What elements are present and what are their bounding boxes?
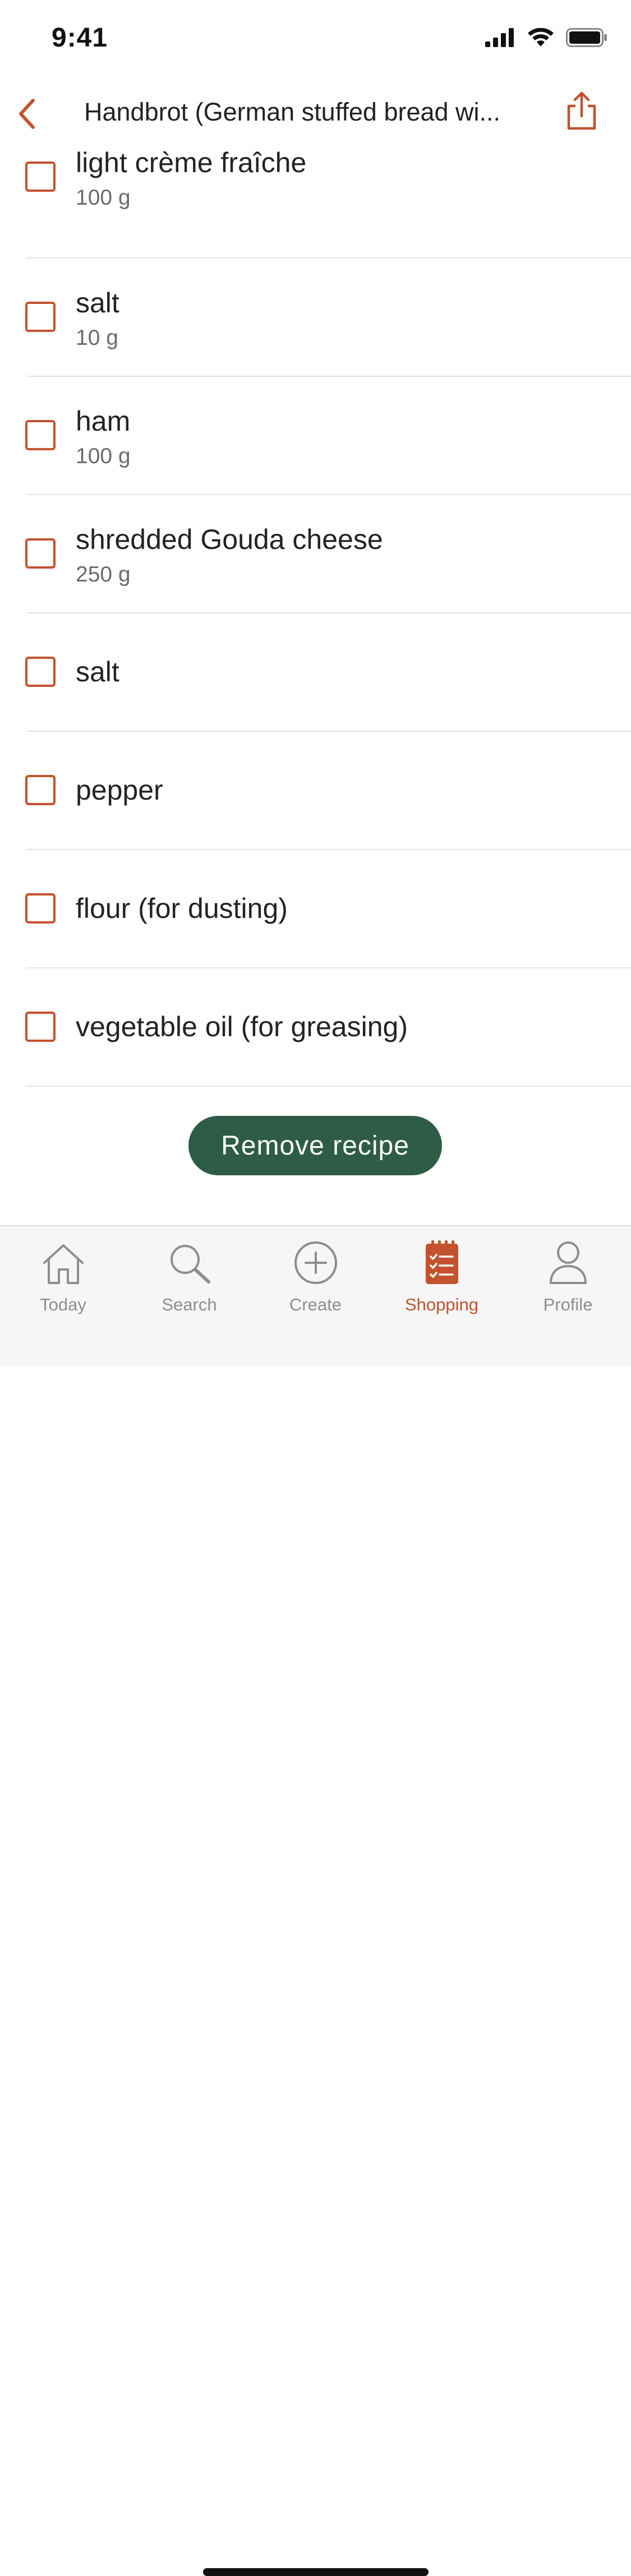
ingredient-checkbox[interactable] bbox=[25, 538, 56, 569]
back-button[interactable] bbox=[7, 95, 46, 135]
ingredient-name: flour (for dusting) bbox=[76, 893, 288, 924]
tab-create[interactable]: Create bbox=[252, 1238, 379, 1322]
status-time: 9:41 bbox=[52, 23, 108, 53]
ingredient-row[interactable]: ham 100 g bbox=[0, 377, 631, 495]
ingredient-row[interactable]: shredded Gouda cheese 250 g bbox=[0, 495, 631, 613]
remove-recipe-button[interactable]: Remove recipe bbox=[188, 1116, 442, 1175]
ingredient-quantity: 250 g bbox=[76, 562, 131, 587]
ingredient-row[interactable]: pepper bbox=[0, 732, 631, 850]
divider bbox=[26, 1086, 631, 1087]
page-title: Handbrot (German stuffed bread wi... bbox=[84, 98, 501, 126]
ingredient-checkbox[interactable] bbox=[25, 1012, 56, 1042]
ingredient-name: pepper bbox=[76, 774, 163, 806]
tab-label: Today bbox=[40, 1295, 86, 1314]
ingredient-name: ham bbox=[76, 405, 131, 437]
ingredient-checkbox[interactable] bbox=[25, 893, 56, 924]
status-bar: 9:41 bbox=[0, 0, 631, 79]
tab-label: Profile bbox=[543, 1295, 593, 1314]
ingredient-checkbox[interactable] bbox=[25, 302, 56, 332]
ingredient-name: vegetable oil (for greasing) bbox=[76, 1011, 408, 1042]
ingredient-name: salt bbox=[76, 287, 119, 318]
tab-label: Search bbox=[162, 1295, 217, 1314]
shopping-list-icon bbox=[425, 1239, 459, 1288]
cellular-signal-icon bbox=[485, 28, 515, 50]
home-icon bbox=[41, 1243, 86, 1288]
share-icon bbox=[564, 91, 599, 133]
tab-profile[interactable]: Profile bbox=[505, 1238, 631, 1322]
profile-icon bbox=[549, 1240, 588, 1288]
search-icon bbox=[167, 1243, 212, 1288]
ingredient-checkbox[interactable] bbox=[25, 775, 56, 805]
tab-bar: Today Search Create Shopping Profile bbox=[0, 1225, 631, 2576]
tab-search[interactable]: Search bbox=[126, 1238, 252, 1322]
ingredient-row[interactable]: vegetable oil (for greasing) bbox=[0, 968, 631, 1087]
battery-icon bbox=[566, 28, 607, 50]
ingredient-row[interactable]: light crème fraîche 100 g bbox=[0, 140, 631, 258]
tab-label: Shopping bbox=[404, 1295, 478, 1314]
plus-circle-icon bbox=[293, 1240, 338, 1288]
home-indicator bbox=[203, 2568, 429, 2576]
ingredient-quantity: 10 g bbox=[76, 326, 118, 350]
chevron-left-icon bbox=[15, 97, 38, 133]
tab-today[interactable]: Today bbox=[0, 1238, 126, 1322]
ingredient-name: shredded Gouda cheese bbox=[76, 524, 383, 555]
tab-shopping[interactable]: Shopping bbox=[379, 1238, 505, 1322]
wifi-icon bbox=[528, 27, 554, 50]
ingredient-checkbox[interactable] bbox=[25, 420, 56, 450]
ingredient-name: light crème fraîche bbox=[76, 147, 307, 178]
share-button[interactable] bbox=[559, 90, 604, 135]
ingredient-quantity: 100 g bbox=[76, 186, 131, 210]
tab-label: Create bbox=[289, 1295, 342, 1314]
ingredient-row[interactable]: salt bbox=[0, 613, 631, 732]
ingredient-quantity: 100 g bbox=[76, 444, 131, 468]
ingredient-row[interactable]: flour (for dusting) bbox=[0, 850, 631, 968]
ingredient-list: light crème fraîche 100 g salt 10 g ham … bbox=[0, 140, 631, 1087]
ingredient-checkbox[interactable] bbox=[25, 161, 56, 192]
status-icons bbox=[485, 27, 607, 50]
nav-bar: Handbrot (German stuffed bread wi... bbox=[0, 79, 631, 146]
ingredient-checkbox[interactable] bbox=[25, 657, 56, 687]
ingredient-row[interactable]: salt 10 g bbox=[0, 258, 631, 377]
ingredient-name: salt bbox=[76, 656, 119, 687]
